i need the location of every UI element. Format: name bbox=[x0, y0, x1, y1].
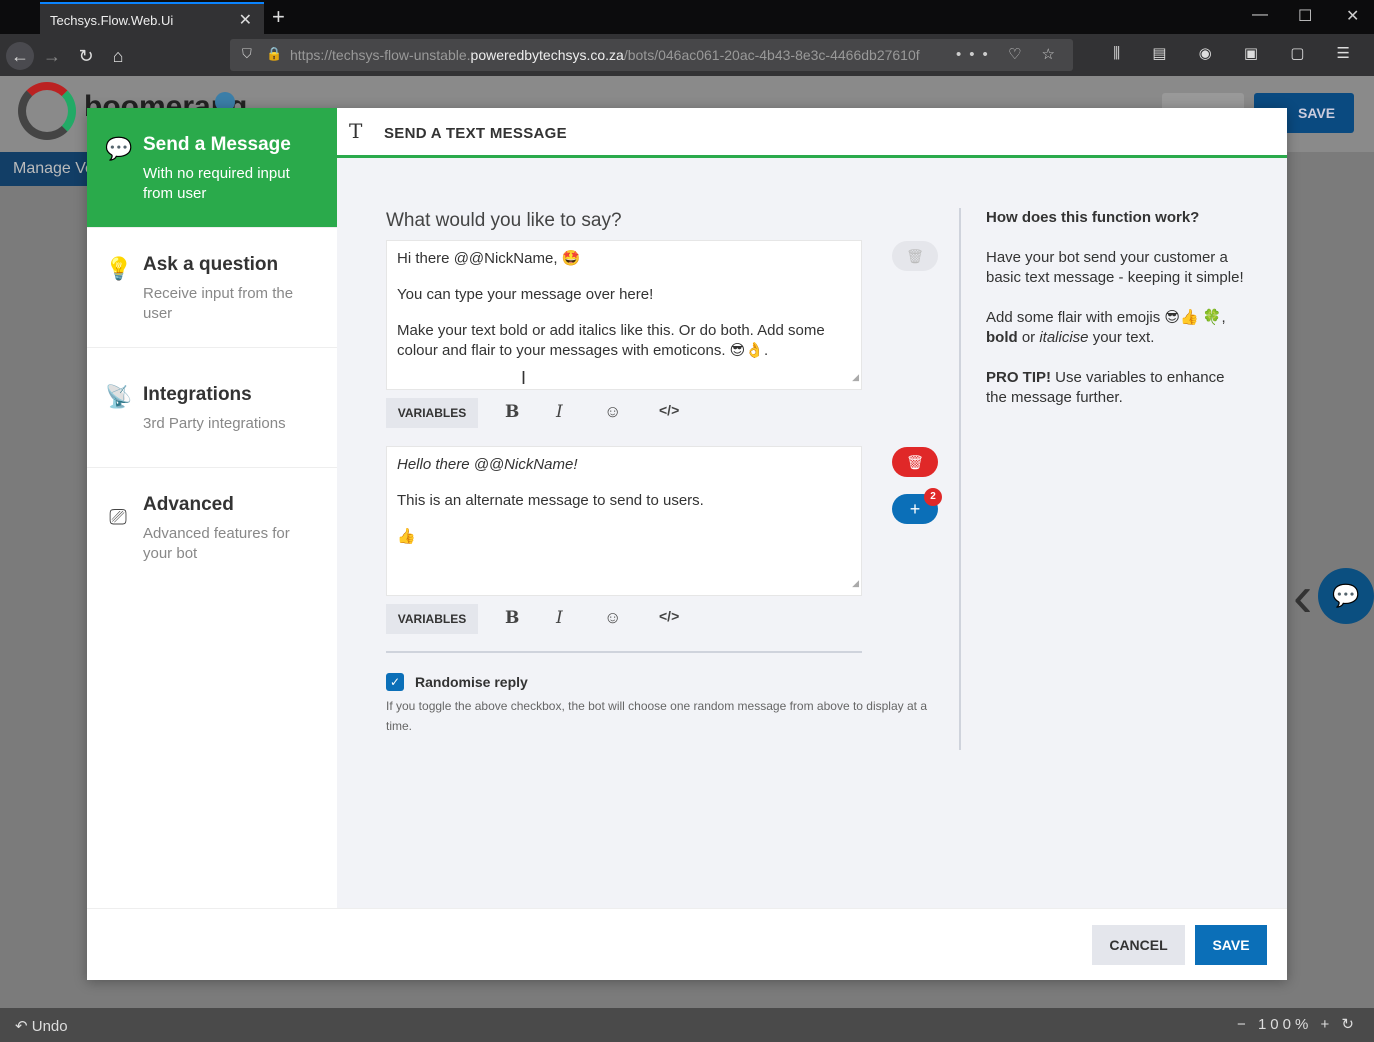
sidebar-item-advanced[interactable]: ⎚ Advanced Advanced features for your bo… bbox=[87, 468, 337, 588]
randomise-help-text: If you toggle the above checkbox, the bo… bbox=[386, 699, 927, 733]
message-line: Hello there @@NickName! bbox=[397, 456, 578, 473]
url-actions[interactable]: ••• ♡ ☆ bbox=[956, 45, 1063, 63]
code-icon[interactable]: </> bbox=[659, 402, 679, 418]
randomise-checkbox[interactable]: ✓ bbox=[386, 673, 404, 691]
code-icon[interactable]: </> bbox=[659, 608, 679, 624]
zoom-controls[interactable]: − 100% + ↻ bbox=[1237, 1015, 1358, 1033]
sidebar-item-title: Send a Message bbox=[143, 134, 291, 155]
sidebar-item-send-message[interactable]: 💬 Send a Message With no required input … bbox=[87, 108, 337, 228]
sidebar-item-desc: 3rd Party integrations bbox=[143, 415, 286, 432]
bold-icon[interactable]: B bbox=[505, 608, 519, 628]
forward-button[interactable]: → bbox=[38, 42, 66, 70]
manage-tab: Manage Ve bbox=[0, 152, 90, 186]
divider bbox=[386, 651, 862, 653]
variables-button[interactable]: VARIABLES bbox=[386, 604, 478, 634]
shield-icon[interactable]: ⛉ bbox=[242, 46, 252, 62]
help-bold: bold bbox=[986, 329, 1018, 346]
resize-handle-icon[interactable]: ◢ bbox=[852, 367, 859, 387]
tab-title: Techsys.Flow.Web.Ui bbox=[50, 13, 174, 28]
editor-toolbar: VARIABLES B I ☺ </> bbox=[386, 604, 862, 636]
question-label: What would you like to say? bbox=[386, 210, 622, 231]
sidebar-item-title: Integrations bbox=[143, 384, 252, 405]
sidebar-item-desc: With no required input from user bbox=[143, 165, 290, 202]
lock-icon[interactable]: 🔒 bbox=[266, 46, 282, 62]
sidebar-item-title: Advanced bbox=[143, 494, 234, 515]
message-line: Hi there @@NickName, 🤩 bbox=[397, 250, 581, 267]
sidebar-item-desc: Receive input from the user bbox=[143, 285, 294, 322]
help-text: your text. bbox=[1088, 329, 1155, 346]
pro-tip-label: PRO TIP! bbox=[986, 369, 1052, 386]
text-cursor-icon: I bbox=[521, 368, 527, 388]
url-host: poweredbytechsys.co.za bbox=[470, 47, 624, 63]
panel-title: SEND A TEXT MESSAGE bbox=[384, 125, 567, 142]
browser-tab[interactable]: Techsys.Flow.Web.Ui ✕ bbox=[40, 2, 264, 34]
sidebar-item-ask-question[interactable]: 💡 Ask a question Receive input from the … bbox=[87, 228, 337, 348]
emoji-icon[interactable]: ☺ bbox=[604, 608, 621, 628]
close-tab-icon[interactable]: ✕ bbox=[239, 10, 252, 30]
browser-tabbar: Techsys.Flow.Web.Ui ✕ + — ☐ ✕ bbox=[0, 0, 1374, 34]
cancel-button[interactable]: CANCEL bbox=[1092, 925, 1185, 965]
message-editor[interactable]: Hello there @@NickName! This is an alter… bbox=[386, 446, 862, 596]
function-content: T SEND A TEXT MESSAGE What would you lik… bbox=[337, 108, 1287, 908]
save-button[interactable]: SAVE bbox=[1195, 925, 1267, 965]
function-modal: 💬 Send a Message With no required input … bbox=[87, 108, 1287, 980]
panel-header: T SEND A TEXT MESSAGE bbox=[337, 108, 1287, 158]
back-button[interactable]: ← bbox=[6, 42, 34, 70]
help-text: or bbox=[1017, 329, 1040, 346]
italic-icon[interactable]: I bbox=[556, 402, 563, 422]
chat-widget-icon: 💬 bbox=[1318, 568, 1374, 624]
add-message-button[interactable]: + 2 bbox=[892, 488, 942, 524]
message-line: Make your text bold or add italics like … bbox=[397, 322, 825, 359]
chevron-left-icon: ‹ bbox=[1293, 564, 1313, 629]
home-button[interactable]: ⌂ bbox=[104, 42, 132, 70]
help-paragraph: Add some flair with emojis 😎👍 🍀, bold or… bbox=[986, 308, 1246, 348]
sidebar-item-integrations[interactable]: 📡 Integrations 3rd Party integrations bbox=[87, 348, 337, 468]
boomerang-logo-icon bbox=[18, 82, 76, 140]
cast-icon: ⎚ bbox=[109, 504, 127, 529]
browser-navbar: ← → ↻ ⌂ ⛉ 🔒 https://techsys-flow-unstabl… bbox=[0, 34, 1374, 76]
modal-footer: CANCEL SAVE bbox=[87, 908, 1287, 980]
sidebar-item-desc: Advanced features for your bot bbox=[143, 525, 290, 562]
new-tab-button[interactable]: + bbox=[272, 4, 285, 30]
canvas-statusbar: ↶ Undo − 100% + ↻ bbox=[0, 1008, 1374, 1042]
text-type-icon: T bbox=[349, 119, 363, 143]
undo-label: Undo bbox=[31, 1018, 68, 1035]
sidebar-item-title: Ask a question bbox=[143, 254, 279, 275]
help-heading: How does this function work? bbox=[986, 209, 1200, 226]
url-bar[interactable]: ⛉ 🔒 https://techsys-flow-unstable.powere… bbox=[230, 39, 1073, 71]
url-path: /bots/046ac061-20ac-4b43-8e3c-4466db2761… bbox=[623, 47, 920, 63]
bold-icon[interactable]: B bbox=[505, 402, 519, 422]
message-count-badge: 2 bbox=[924, 488, 942, 506]
minimize-icon[interactable]: — bbox=[1252, 6, 1268, 24]
message-editor[interactable]: Hi there @@NickName, 🤩 You can type your… bbox=[386, 240, 862, 390]
editor-toolbar: VARIABLES B I ☺ </> bbox=[386, 398, 862, 430]
maximize-icon[interactable]: ☐ bbox=[1298, 6, 1312, 26]
randomise-label[interactable]: Randomise reply bbox=[415, 674, 528, 690]
italic-icon[interactable]: I bbox=[556, 608, 563, 628]
close-window-icon[interactable]: ✕ bbox=[1346, 6, 1359, 26]
reload-button[interactable]: ↻ bbox=[72, 42, 100, 70]
chat-bubble-icon: 💬 bbox=[105, 136, 133, 161]
emoji-icon[interactable]: ☺ bbox=[604, 402, 621, 422]
vertical-divider bbox=[959, 208, 961, 750]
help-panel: How does this function work? Have your b… bbox=[986, 208, 1246, 428]
broadcast-icon: 📡 bbox=[105, 384, 133, 409]
undo-button[interactable]: ↶ Undo bbox=[15, 1017, 68, 1035]
help-paragraph: PRO TIP! Use variables to enhance the me… bbox=[986, 368, 1246, 408]
variables-button[interactable]: VARIABLES bbox=[386, 398, 478, 428]
help-paragraph: Have your bot send your customer a basic… bbox=[986, 249, 1244, 286]
function-sidebar: 💬 Send a Message With no required input … bbox=[87, 108, 337, 908]
delete-message-button[interactable]: 🗑 bbox=[892, 241, 938, 271]
message-line: You can type your message over here! bbox=[397, 286, 654, 303]
zoom-level: 100% bbox=[1257, 1016, 1313, 1033]
message-line: This is an alternate message to send to … bbox=[397, 492, 704, 509]
lightbulb-icon: 💡 bbox=[105, 256, 133, 281]
resize-handle-icon[interactable]: ◢ bbox=[852, 573, 859, 593]
help-text: Add some flair with emojis 😎👍 🍀, bbox=[986, 309, 1226, 326]
help-italic: italicise bbox=[1039, 329, 1089, 346]
url-prefix: https://techsys-flow-unstable. bbox=[290, 47, 471, 63]
message-line: 👍 bbox=[397, 528, 416, 545]
delete-message-button[interactable]: 🗑 bbox=[892, 447, 938, 477]
toolbar-icons[interactable]: ⫼ ▤ ◉ ▣ ▢ ☰ bbox=[1113, 44, 1364, 62]
